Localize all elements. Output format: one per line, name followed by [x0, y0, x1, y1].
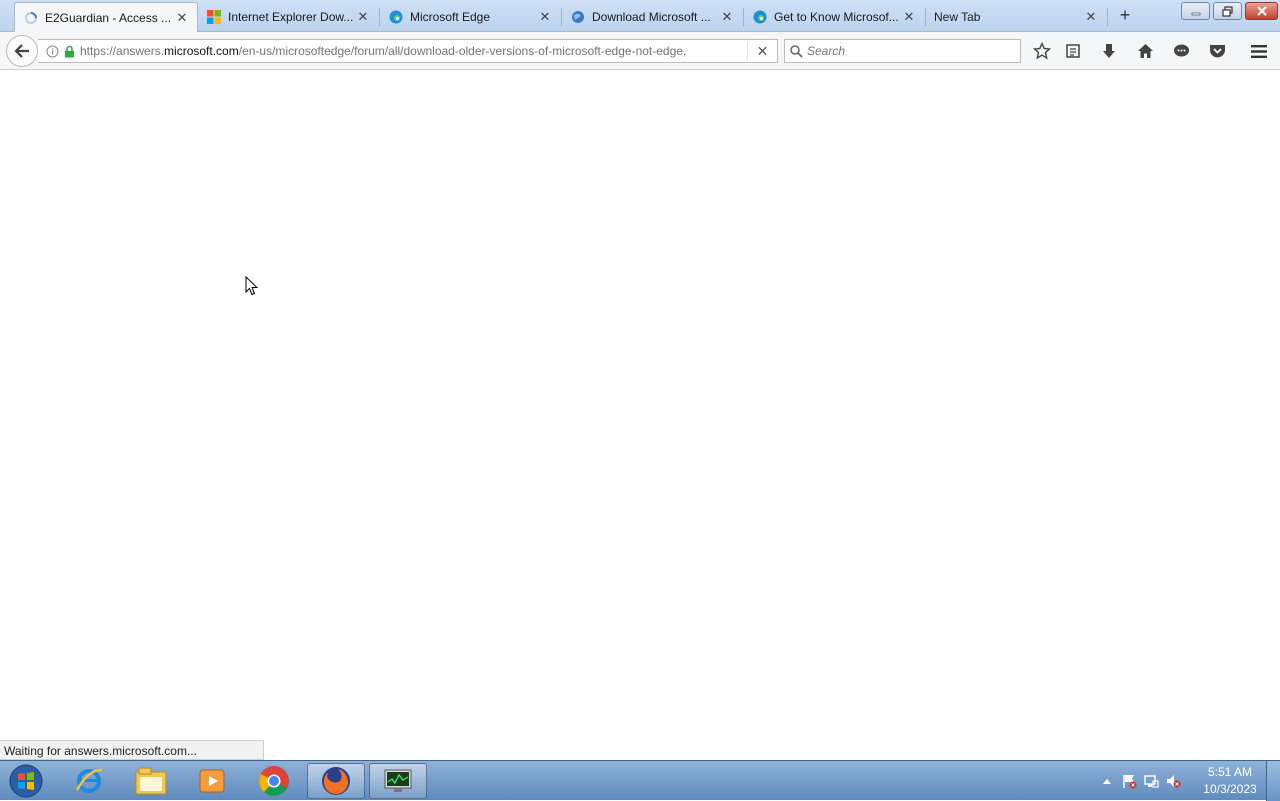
search-input[interactable]	[807, 44, 1007, 58]
network-icon[interactable]	[1140, 773, 1162, 789]
chat-icon[interactable]	[1170, 40, 1192, 62]
reading-list-icon[interactable]	[1062, 40, 1084, 62]
address-bar[interactable]: https://answers.microsoft.com/en-us/micr…	[38, 39, 778, 63]
tab-separator	[1107, 8, 1108, 26]
clock-date: 10/3/2023	[1203, 782, 1257, 796]
close-window-button[interactable]	[1245, 2, 1278, 20]
system-clock[interactable]: 5:51 AM 10/3/2023	[1196, 764, 1264, 798]
start-button[interactable]	[6, 762, 46, 800]
microsoft-logo-icon	[206, 9, 222, 25]
search-box[interactable]	[784, 39, 1021, 63]
tab-new-tab[interactable]: New Tab ✕	[926, 2, 1106, 32]
home-icon[interactable]	[1134, 40, 1156, 62]
close-tab-icon[interactable]: ✕	[538, 9, 552, 25]
tab-internet-explorer[interactable]: Internet Explorer Dow... ✕	[198, 2, 378, 32]
edge-icon	[388, 9, 404, 25]
url-prefix: https://answers.	[80, 44, 165, 58]
close-tab-icon[interactable]: ✕	[356, 9, 370, 25]
tab-strip: E2Guardian - Access ... ✕ Internet Explo…	[0, 0, 1280, 32]
media-player-taskbar-icon[interactable]	[183, 763, 241, 799]
tab-label: Internet Explorer Dow...	[228, 10, 354, 24]
download-icon[interactable]	[1098, 40, 1120, 62]
file-explorer-taskbar-icon[interactable]	[122, 763, 180, 799]
chrome-taskbar-icon[interactable]	[245, 763, 303, 799]
tab-label: Download Microsoft ...	[592, 10, 711, 24]
tab-e2guardian[interactable]: E2Guardian - Access ... ✕	[14, 2, 198, 32]
firefox-taskbar-icon[interactable]	[307, 763, 365, 799]
navigation-toolbar: https://answers.microsoft.com/en-us/micr…	[0, 32, 1280, 70]
close-tab-icon[interactable]: ✕	[902, 9, 916, 25]
minimize-button[interactable]	[1181, 2, 1210, 20]
close-tab-icon[interactable]: ✕	[175, 10, 189, 26]
tab-label: E2Guardian - Access ...	[45, 10, 172, 25]
search-icon	[785, 44, 807, 58]
tab-microsoft-edge[interactable]: Microsoft Edge ✕	[380, 2, 560, 32]
url-host: microsoft.com	[164, 44, 239, 58]
edge-icon	[752, 9, 768, 25]
page-content	[0, 71, 1280, 760]
tab-label: Microsoft Edge	[410, 10, 491, 24]
close-tab-icon[interactable]: ✕	[1084, 9, 1098, 25]
restore-button[interactable]	[1213, 2, 1242, 20]
show-desktop-button[interactable]	[1266, 761, 1280, 801]
url-text[interactable]: https://answers.microsoft.com/en-us/micr…	[80, 44, 747, 58]
globe-icon	[570, 9, 586, 25]
info-icon[interactable]	[42, 45, 62, 58]
clock-time: 5:51 AM	[1207, 765, 1253, 779]
back-button[interactable]	[6, 35, 38, 67]
task-manager-taskbar-icon[interactable]	[369, 763, 427, 799]
tab-get-to-know[interactable]: Get to Know Microsof... ✕	[744, 2, 924, 32]
loading-spinner-icon	[23, 10, 39, 26]
tab-download-microsoft[interactable]: Download Microsoft ... ✕	[562, 2, 742, 32]
tab-label: New Tab	[934, 10, 981, 24]
pocket-icon[interactable]	[1206, 40, 1228, 62]
taskbar: 5:51 AM 10/3/2023	[0, 760, 1280, 801]
internet-explorer-taskbar-icon[interactable]	[60, 763, 118, 799]
stop-icon[interactable]: ✕	[747, 42, 777, 60]
new-tab-button[interactable]: +	[1116, 6, 1134, 24]
volume-muted-icon[interactable]	[1162, 773, 1184, 789]
system-tray	[1096, 761, 1184, 801]
menu-icon[interactable]	[1248, 40, 1270, 62]
mouse-pointer-icon	[245, 275, 259, 299]
show-hidden-icons-icon[interactable]	[1096, 777, 1118, 785]
close-tab-icon[interactable]: ✕	[720, 9, 734, 25]
tab-label: Get to Know Microsof...	[774, 10, 899, 24]
lock-icon	[62, 45, 76, 58]
bookmark-star-icon[interactable]	[1031, 40, 1053, 62]
url-path: /en-us/microsoftedge/forum/all/download-…	[238, 44, 687, 58]
status-bar: Waiting for answers.microsoft.com...	[0, 740, 264, 760]
action-center-flag-icon[interactable]	[1118, 773, 1140, 789]
